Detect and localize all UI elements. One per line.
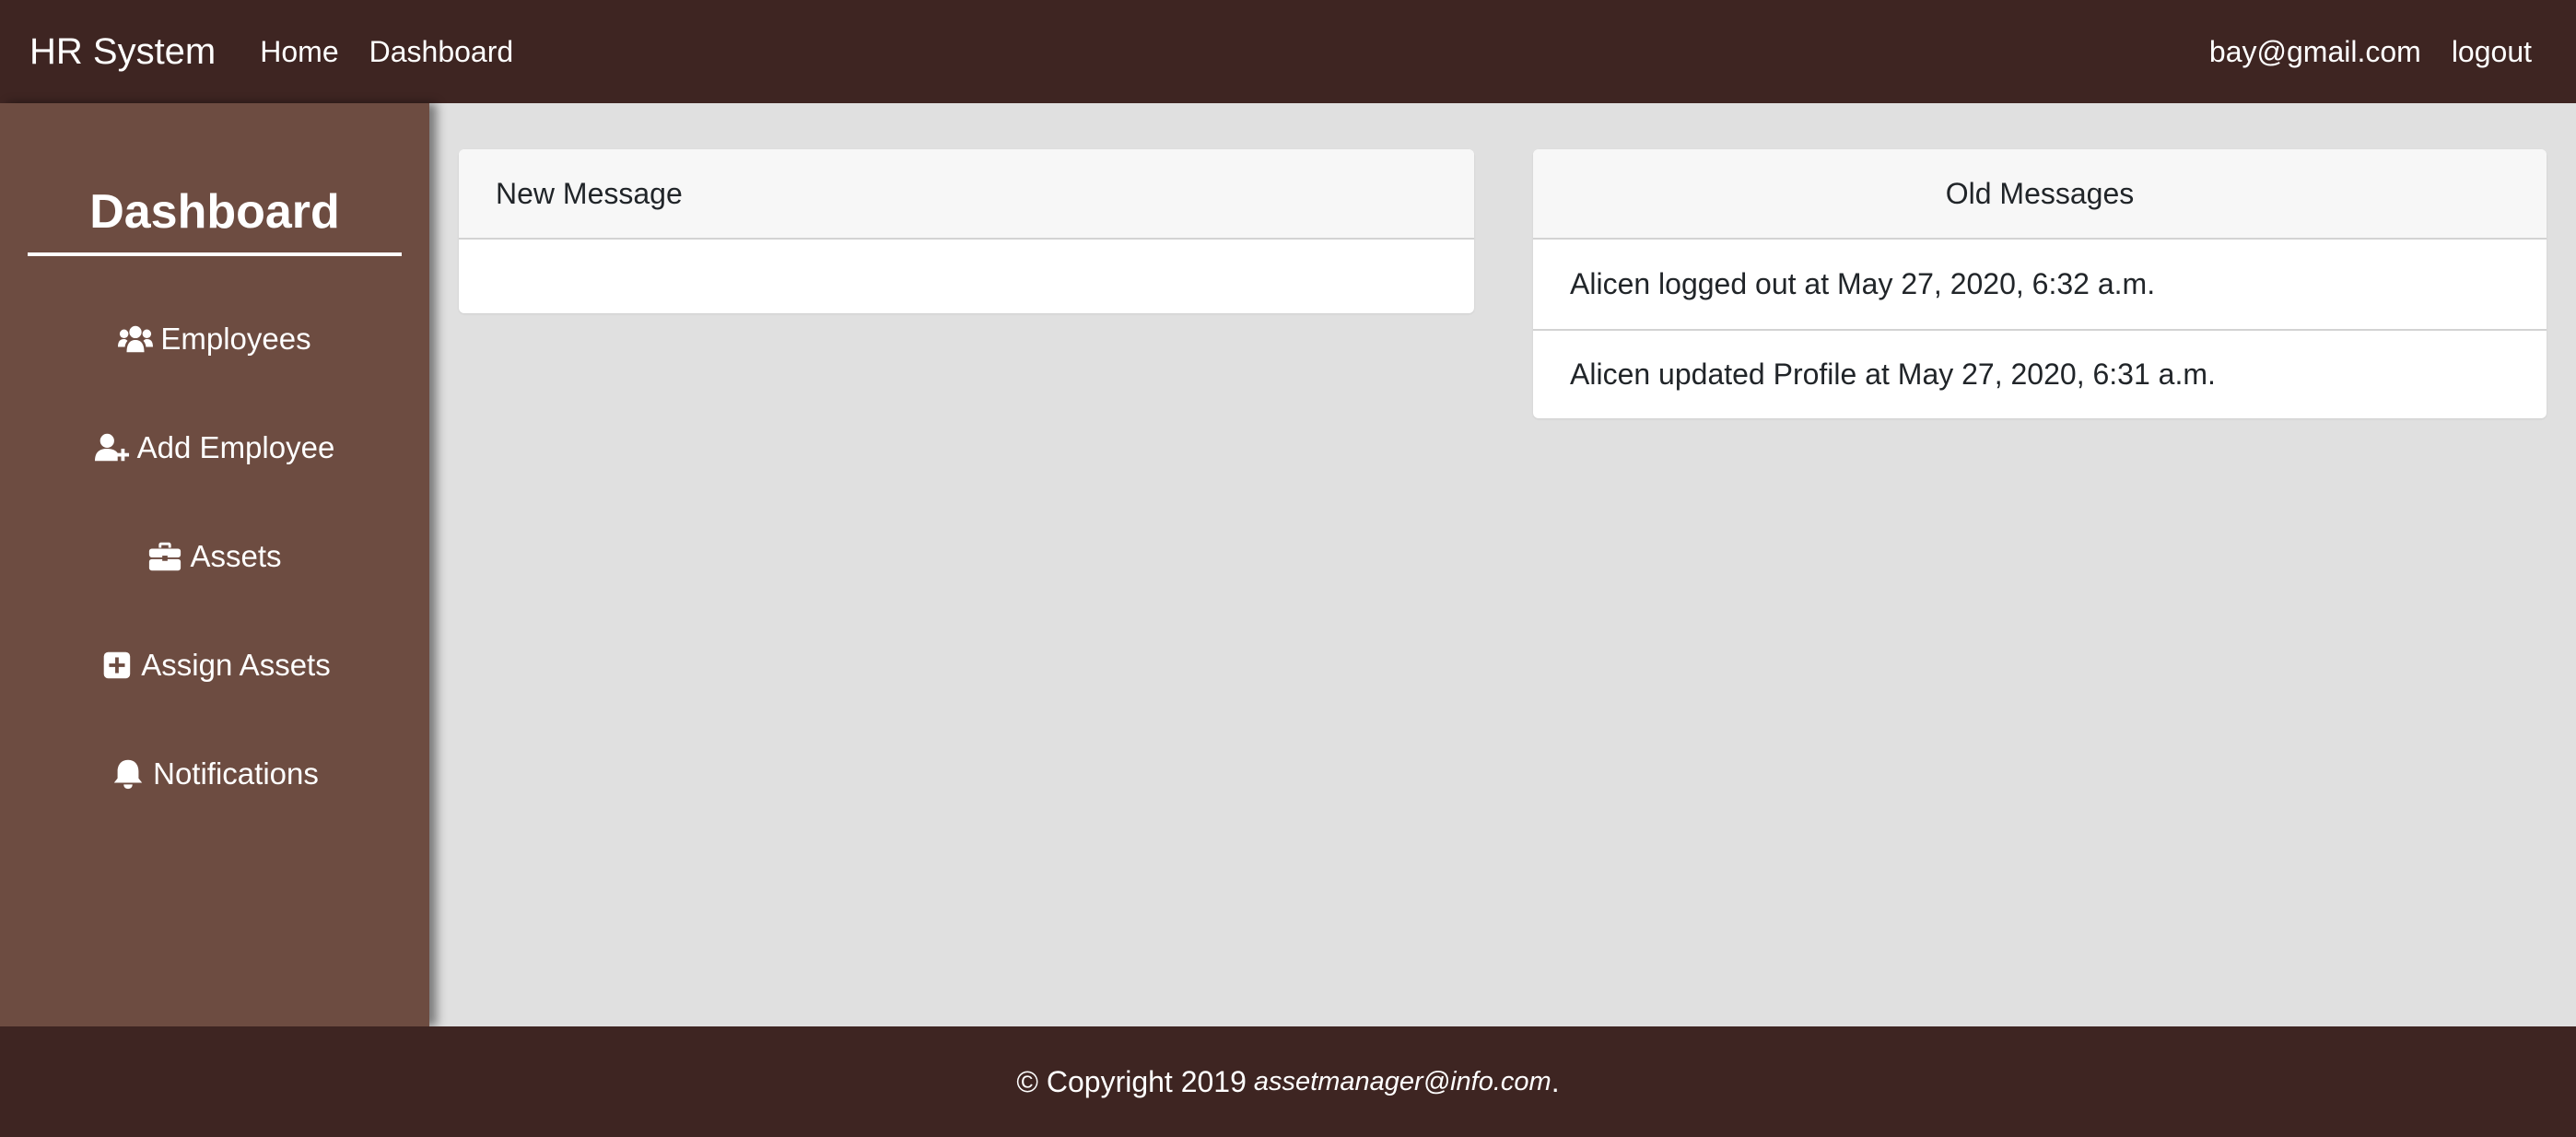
footer-email: assetmanager@info.com: [1253, 1066, 1551, 1096]
sidebar-item-label: Assign Assets: [141, 648, 331, 682]
old-messages-card: Old Messages Alicen logged out at May 27…: [1533, 149, 2547, 418]
sidebar-item-label: Employees: [160, 322, 311, 356]
brand-link[interactable]: HR System: [29, 31, 216, 73]
briefcase-icon: [149, 542, 181, 571]
users-icon: [118, 325, 154, 353]
footer-suffix: .: [1551, 1064, 1560, 1098]
sidebar-item-assets[interactable]: Assets: [0, 529, 429, 584]
user-plus-icon: [94, 433, 129, 462]
list-item: Alicen updated Profile at May 27, 2020, …: [1533, 329, 2547, 418]
sidebar-item-employees[interactable]: Employees: [0, 311, 429, 367]
sidebar-item-assign-assets[interactable]: Assign Assets: [0, 638, 429, 693]
sidebar-title: Dashboard: [28, 184, 402, 256]
nav-link-home[interactable]: Home: [260, 35, 338, 69]
sidebar-item-label: Notifications: [153, 756, 319, 791]
list-item: Alicen logged out at May 27, 2020, 6:32 …: [1570, 267, 2156, 300]
old-messages-header: Old Messages: [1533, 149, 2547, 240]
sidebar: Dashboard Employees Add Employee Assets: [0, 103, 429, 1026]
plus-square-icon: [103, 651, 131, 679]
nav-user-area: bay@gmail.com logout: [2179, 35, 2532, 69]
logout-link[interactable]: logout: [2452, 35, 2532, 69]
top-navbar: HR System Home Dashboard bay@gmail.com l…: [0, 0, 2576, 103]
new-message-card: New Message: [459, 149, 1474, 313]
user-email-link[interactable]: bay@gmail.com: [2209, 35, 2421, 69]
sidebar-item-notifications[interactable]: Notifications: [0, 746, 429, 802]
footer: © Copyright 2019 assetmanager@info.com .: [0, 1026, 2576, 1137]
nav-link-dashboard[interactable]: Dashboard: [369, 35, 514, 69]
bell-icon: [113, 759, 143, 790]
sidebar-item-label: Add Employee: [136, 430, 335, 464]
sidebar-item-label: Assets: [190, 539, 282, 573]
sidebar-item-add-employee[interactable]: Add Employee: [0, 420, 429, 475]
new-message-header: New Message: [459, 149, 1474, 240]
old-messages-list: Alicen logged out at May 27, 2020, 6:32 …: [1533, 240, 2547, 418]
copyright-text: © Copyright 2019: [1016, 1064, 1247, 1098]
nav-links: Home Dashboard: [260, 35, 544, 69]
